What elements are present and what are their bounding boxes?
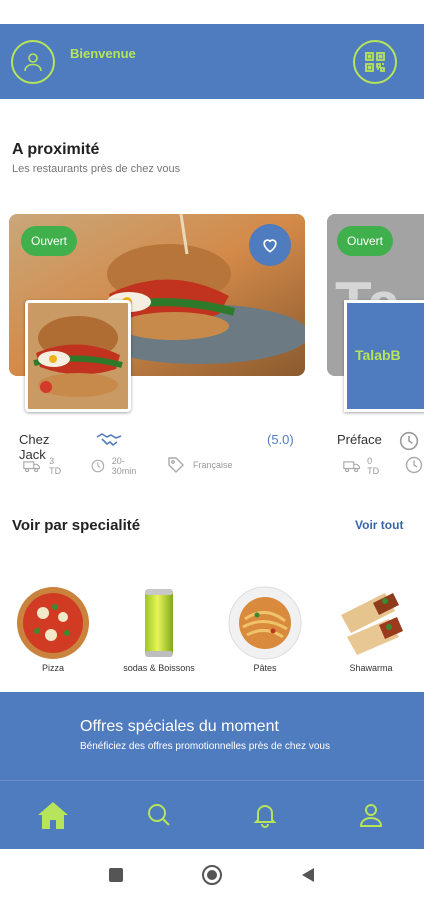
home-icon (38, 802, 68, 829)
cuisine-text: Française (193, 460, 233, 470)
category-label: Pâtes (253, 663, 277, 673)
circle-icon (202, 865, 222, 885)
restaurant-logo: TalabB (344, 300, 424, 412)
tag-icon (168, 457, 184, 473)
restaurant-rating: (5.0) (267, 432, 294, 447)
category-label: sodas & Boissons (123, 663, 195, 673)
profile-button[interactable] (11, 40, 55, 84)
heart-icon (263, 239, 277, 253)
back-button[interactable] (296, 863, 320, 887)
home-system-button[interactable] (200, 863, 224, 887)
delivery-fee-text: 0 TD (367, 456, 380, 476)
open-status-badge: Ouvert (337, 226, 394, 256)
category-label: Pizza (41, 663, 64, 673)
delivery-time: 20-30min (91, 456, 141, 476)
pizza-image (17, 587, 89, 659)
delivery-fee-text: 3 TD (49, 456, 62, 476)
delivery-fee: 0 TD (343, 456, 383, 476)
logo-text: TalabB (355, 347, 401, 363)
clock-icon (405, 456, 423, 474)
delivery-truck-icon (343, 461, 361, 473)
category-pizza[interactable]: Pizza (8, 585, 98, 673)
nearby-title: A proximité (12, 141, 100, 158)
user-icon (24, 53, 42, 72)
shawarma-image (341, 593, 403, 655)
status-bar (0, 0, 424, 24)
qr-scan-button[interactable] (353, 40, 397, 84)
back-triangle-icon (302, 868, 314, 882)
category-pasta[interactable]: Pâtes (220, 585, 310, 673)
clock-icon (399, 431, 419, 451)
soda-can-image (145, 589, 173, 657)
promo-banner[interactable]: Offres spéciales du moment Bénéficiez de… (0, 692, 424, 780)
restaurant-name: Préface (337, 432, 382, 447)
promo-subtitle: Bénéficiez des offres promotionnelles pr… (80, 741, 330, 752)
user-icon (359, 804, 383, 827)
category-shawarma[interactable]: Shawarma (326, 585, 416, 673)
delivery-fee: 3 TD (23, 456, 65, 476)
bell-icon (253, 805, 277, 828)
system-navigation-bar (0, 849, 424, 900)
delivery-time-text: 20-30min (111, 456, 137, 476)
nav-profile[interactable] (353, 797, 389, 833)
nearby-subtitle: Les restaurants près de chez vous (12, 163, 181, 175)
restaurant-thumbnail (25, 300, 131, 412)
nav-home[interactable] (35, 797, 71, 833)
specialities-title: Voir par specialité (12, 517, 141, 534)
category-drinks[interactable]: sodas & Boissons (114, 585, 204, 673)
delivery-truck-icon (23, 461, 41, 473)
welcome-text: Bienvenue (70, 46, 136, 61)
search-icon (148, 804, 170, 826)
app-header: Bienvenue (0, 24, 424, 99)
handshake-icon (96, 433, 122, 447)
promo-title: Offres spéciales du moment (80, 718, 279, 735)
bottom-navigation (0, 780, 424, 849)
nav-notifications[interactable] (247, 797, 283, 833)
see-all-link[interactable]: Voir tout (355, 518, 403, 532)
recent-apps-button[interactable] (104, 863, 128, 887)
cuisine: Française (167, 456, 233, 474)
square-icon (109, 868, 123, 882)
clock-icon (91, 459, 105, 473)
open-status-badge: Ouvert (21, 226, 78, 256)
qr-code-icon (365, 52, 385, 72)
pasta-image (228, 586, 302, 660)
favorite-button[interactable] (249, 224, 291, 266)
category-label: Shawarma (349, 663, 393, 673)
nav-search[interactable] (141, 797, 177, 833)
